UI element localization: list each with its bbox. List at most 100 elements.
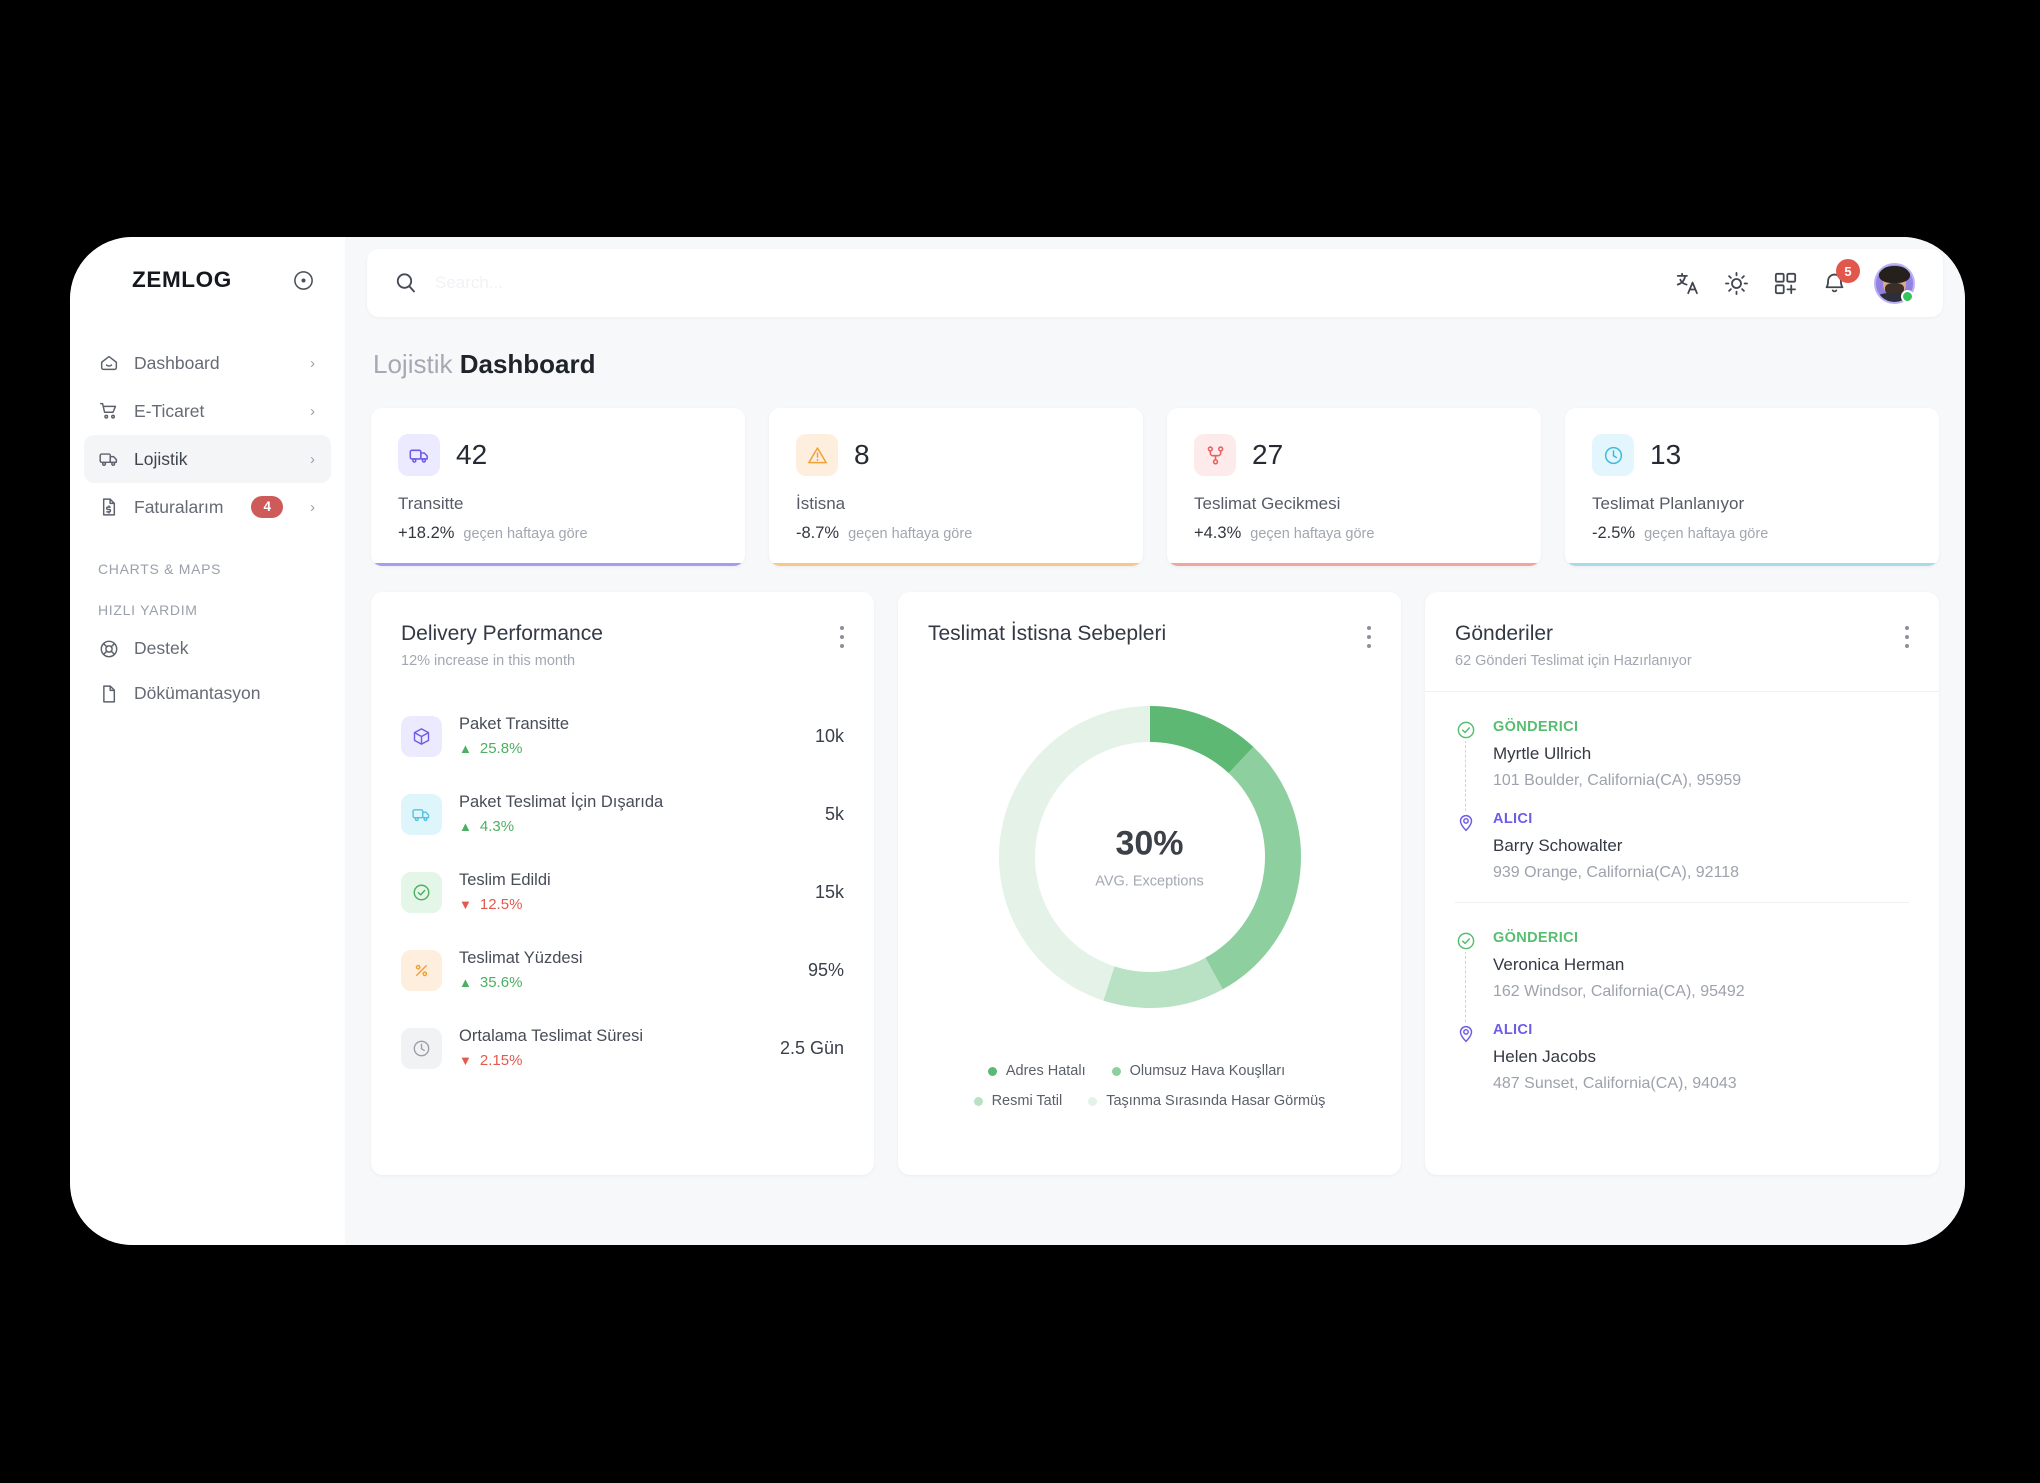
kpi-delta: -8.7% xyxy=(796,524,840,542)
list-item-change: ▲ 35.6% xyxy=(459,974,808,991)
list-item-text: Paket Transitte ▲ 25.8% xyxy=(459,715,815,757)
package-icon xyxy=(401,715,442,757)
sun-icon[interactable] xyxy=(1723,270,1750,297)
list-item-text: Teslimat Yüzdesi ▲ 35.6% xyxy=(459,949,808,991)
shipment-person-name: Barry Schowalter xyxy=(1493,836,1623,855)
donut-segment[interactable] xyxy=(1102,957,1223,1008)
panel-subtitle: 12% increase in this month xyxy=(401,653,576,669)
donut-segment[interactable] xyxy=(1148,706,1253,774)
shipment-address: 101 Boulder, California(CA), 95959 xyxy=(1493,772,1742,789)
sidebar-help-list: Destek Dökümantasyon xyxy=(70,626,345,716)
list-item[interactable]: Paket Transitte ▲ 25.8% 10k xyxy=(401,697,844,775)
kpi-delta-row: -2.5% geçen haftaya göre xyxy=(1592,524,1939,543)
legend-color-dot xyxy=(1088,1096,1098,1106)
donut-center-caption: AVG. Exceptions xyxy=(1095,873,1204,890)
check-circle-icon xyxy=(401,871,442,913)
sidebar-item-destek[interactable]: Destek xyxy=(84,626,331,671)
panel-header: Teslimat İstisna Sebepleri xyxy=(898,592,1401,653)
shipment-sender-text: GÖNDERICI Myrtle Ullrich 101 Boulder, Ca… xyxy=(1493,718,1741,790)
list-item[interactable]: GÖNDERICI Myrtle Ullrich 101 Boulder, Ca… xyxy=(1455,692,1909,902)
legend-item[interactable]: Resmi Tatil xyxy=(973,1093,1062,1109)
list-item-change: ▼ 12.5% xyxy=(459,896,815,913)
delivery-performance-list: Paket Transitte ▲ 25.8% 10k Paket Teslim… xyxy=(371,697,874,1087)
sidebar-item-lojistik[interactable]: Lojistik › xyxy=(84,435,331,483)
kpi-label: İstisna xyxy=(796,494,846,513)
kebab-menu-icon[interactable] xyxy=(840,622,844,653)
shipment-receiver-text: ALICI Barry Schowalter 939 Orange, Calif… xyxy=(1493,810,1739,882)
arrow-up-icon: ▲ xyxy=(459,741,472,756)
kpi-value: 27 xyxy=(1252,439,1284,470)
sidebar-item-label: Lojistik xyxy=(134,448,188,469)
kpi-delta-note: geçen haftaya göre xyxy=(463,526,588,542)
kebab-menu-icon[interactable] xyxy=(1367,622,1371,653)
list-item-value: 95% xyxy=(807,959,844,980)
kpi-accent-bar xyxy=(1167,563,1541,566)
target-dot-icon[interactable] xyxy=(292,269,315,292)
shipments-list: GÖNDERICI Myrtle Ullrich 101 Boulder, Ca… xyxy=(1425,692,1939,1113)
list-item-label: Ortalama Teslimat Süresi xyxy=(459,1027,644,1045)
kpi-delta-note: geçen haftaya göre xyxy=(1250,526,1375,542)
list-item[interactable]: Teslim Edildi ▼ 12.5% 15k xyxy=(401,853,844,931)
notifications-button[interactable]: 5 xyxy=(1821,259,1860,298)
kpi-top: 8 xyxy=(796,434,1143,476)
kpi-card-teslimat-planlaniyor[interactable]: 13 Teslimat Planlanıyor -2.5% geçen haft… xyxy=(1565,408,1939,566)
arrow-down-icon: ▼ xyxy=(459,1053,472,1068)
list-item-text: Paket Teslimat İçin Dışarıda ▲ 4.3% xyxy=(459,793,825,835)
list-item-label: Paket Teslimat İçin Dışarıda xyxy=(459,793,664,811)
kpi-card-teslimat-gecikmesi[interactable]: 27 Teslimat Gecikmesi +4.3% geçen haftay… xyxy=(1167,408,1541,566)
chevron-right-icon: › xyxy=(310,498,315,516)
sidebar-item-faturalarim[interactable]: Faturalarım 4 › xyxy=(84,483,331,531)
legend-label: Olumsuz Hava Kouşlları xyxy=(1129,1063,1286,1079)
page-title: Lojistik Dashboard xyxy=(373,349,1965,380)
kpi-top: 27 xyxy=(1194,434,1541,476)
shipment-role-label: GÖNDERICI xyxy=(1493,930,1579,946)
online-status-dot xyxy=(1901,289,1914,303)
list-item-text: Teslim Edildi ▼ 12.5% xyxy=(459,871,815,913)
search-icon[interactable] xyxy=(393,270,419,296)
delivery-performance-panel: Delivery Performance 12% increase in thi… xyxy=(371,592,874,1175)
sidebar-help-label: Dökümantasyon xyxy=(134,683,261,703)
list-item-change: ▲ 25.8% xyxy=(459,740,815,757)
shipment-receiver: ALICI Helen Jacobs 487 Sunset, Californi… xyxy=(1455,1021,1909,1093)
legend-label: Adres Hatalı xyxy=(1005,1063,1086,1079)
kpi-card-istisna[interactable]: 8 İstisna -8.7% geçen haftaya göre xyxy=(769,408,1143,566)
list-item[interactable]: Teslimat Yüzdesi ▲ 35.6% 95% xyxy=(401,931,844,1009)
sidebar-help-label: Destek xyxy=(134,638,189,658)
truck-icon xyxy=(401,793,442,835)
apps-add-icon[interactable] xyxy=(1772,270,1799,297)
list-item-change-value: 25.8% xyxy=(479,740,523,757)
panel-header: Delivery Performance 12% increase in thi… xyxy=(371,592,874,669)
branch-icon xyxy=(1194,434,1236,476)
search-input[interactable] xyxy=(435,273,1674,293)
list-item[interactable]: GÖNDERICI Veronica Herman 162 Windsor, C… xyxy=(1455,902,1909,1113)
list-item-value: 2.5 Gün xyxy=(779,1037,844,1058)
kebab-menu-icon[interactable] xyxy=(1905,622,1909,653)
legend-item[interactable]: Olumsuz Hava Kouşlları xyxy=(1111,1063,1286,1079)
donut-center-text: 30% AVG. Exceptions xyxy=(898,825,1401,890)
legend-color-dot xyxy=(1111,1066,1121,1076)
translate-icon[interactable] xyxy=(1674,270,1701,297)
avatar[interactable] xyxy=(1874,262,1915,304)
panel-title: Delivery Performance xyxy=(401,622,603,645)
chevron-right-icon: › xyxy=(310,354,315,372)
legend-item[interactable]: Adres Hatalı xyxy=(987,1063,1086,1079)
legend-item[interactable]: Taşınma Sırasında Hasar Görmüş xyxy=(1088,1093,1325,1109)
chart-legend: Adres Hatalı Olumsuz Hava Kouşlları Resm… xyxy=(898,1063,1401,1109)
kpi-card-transitte[interactable]: 42 Transitte +18.2% geçen haftaya göre xyxy=(371,408,745,566)
sidebar-item-dashboard[interactable]: Dashboard › xyxy=(84,339,331,387)
kpi-top: 42 xyxy=(398,434,745,476)
percent-icon xyxy=(401,949,442,991)
list-item[interactable]: Ortalama Teslimat Süresi ▼ 2.15% 2.5 Gün xyxy=(401,1009,844,1087)
list-item[interactable]: Paket Teslimat İçin Dışarıda ▲ 4.3% 5k xyxy=(401,775,844,853)
shipment-sender-text: GÖNDERICI Veronica Herman 162 Windsor, C… xyxy=(1493,929,1745,1001)
kpi-label: Transitte xyxy=(398,494,464,513)
kpi-label: Teslimat Planlanıyor xyxy=(1592,494,1745,513)
shipments-panel: Gönderiler 62 Gönderi Teslimat için Hazı… xyxy=(1425,592,1939,1175)
panel-row: Delivery Performance 12% increase in thi… xyxy=(371,592,1939,1175)
clock-icon xyxy=(401,1027,442,1069)
sidebar-item-e-ticaret[interactable]: E-Ticaret › xyxy=(84,387,331,435)
exception-reasons-panel: Teslimat İstisna Sebepleri 30% AVG. Exce… xyxy=(898,592,1401,1175)
sidebar-item-dokumantasyon[interactable]: Dökümantasyon xyxy=(84,671,331,716)
list-item-label: Teslim Edildi xyxy=(459,871,551,889)
lifebuoy-icon xyxy=(98,638,120,660)
